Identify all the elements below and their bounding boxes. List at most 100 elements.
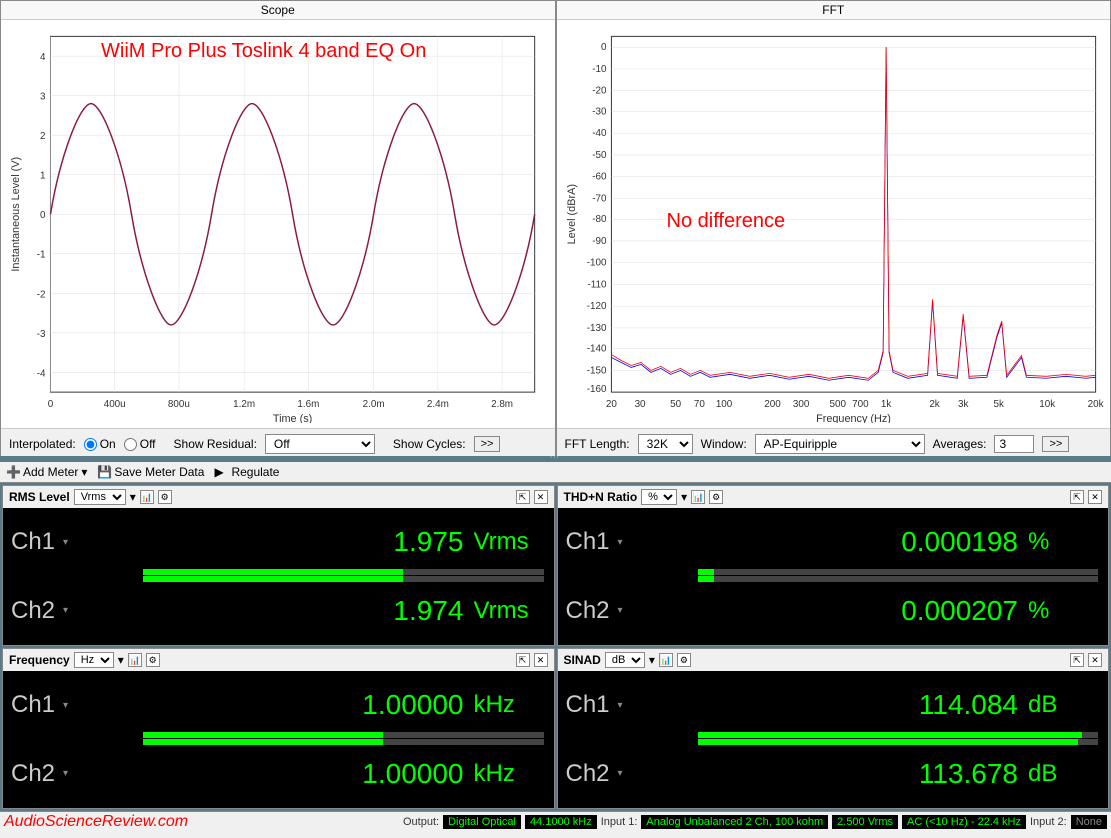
charts-row: Scope WiiM Pro Plus Toslink 4 band EQ On… [0, 0, 1111, 456]
meters-toolbar: ➕Add Meter ▾ 💾Save Meter Data ▶Regulate [0, 462, 1111, 483]
sinad-ch2-row: Ch2 ▾ 113.678 dB [558, 740, 1109, 809]
rms-unit-select[interactable]: Vrms [74, 489, 126, 505]
add-meter-button[interactable]: ➕Add Meter ▾ [6, 465, 87, 479]
averages-input[interactable] [994, 435, 1034, 453]
input2-value: None [1071, 815, 1107, 829]
sinad-header: SINAD dB ▾ 📊 ⚙ ⇱ ✕ [558, 649, 1109, 671]
freq-ch2-row: Ch2 ▾ 1.00000 kHz [3, 740, 554, 809]
show-residual-select[interactable]: Off [265, 434, 375, 454]
scope-more-button[interactable]: >> [474, 436, 501, 452]
svg-text:1: 1 [40, 171, 46, 182]
thdn-unit-select[interactable]: % [641, 489, 677, 505]
gear-icon[interactable]: ⚙ [146, 653, 160, 667]
fft-more-button[interactable]: >> [1042, 436, 1069, 452]
expand-icon[interactable]: ⇱ [516, 653, 530, 667]
output-rate: 44.1000 kHz [525, 815, 597, 829]
svg-text:200: 200 [764, 399, 781, 410]
caret-icon[interactable]: ▾ [63, 605, 78, 616]
gear-icon[interactable]: ⚙ [158, 490, 172, 504]
dropdown-caret-icon: ▾ [81, 465, 87, 479]
caret-down-icon[interactable]: ▾ [118, 653, 124, 667]
sinad-ch2-label: Ch2 [558, 760, 618, 788]
close-icon[interactable]: ✕ [1088, 653, 1102, 667]
interpolated-label: Interpolated: [9, 437, 76, 451]
splitter-horizontal[interactable] [0, 456, 1111, 462]
svg-text:-140: -140 [586, 344, 606, 355]
expand-icon[interactable]: ⇱ [516, 490, 530, 504]
graph-icon[interactable]: 📊 [691, 490, 705, 504]
sinad-ch1-row: Ch1 ▾ 114.084 dB [558, 671, 1109, 740]
graph-icon[interactable]: 📊 [128, 653, 142, 667]
freq-unit-select[interactable]: Hz [74, 652, 114, 668]
freq-ch1-value: 1.00000 [78, 689, 474, 721]
thdn-title: THD+N Ratio [564, 490, 638, 504]
fft-chart-area[interactable]: No difference 0-10-20-30-40-50-60-70-80-… [557, 20, 1111, 428]
svg-text:-90: -90 [592, 236, 607, 247]
rms-level-panel: RMS Level Vrms ▾ 📊 ⚙ ⇱ ✕ Ch1 ▾ 1.975 Vrm… [2, 485, 555, 646]
caret-icon[interactable]: ▾ [618, 605, 633, 616]
input1-type: Analog Unbalanced 2 Ch, 100 kohm [641, 815, 828, 829]
svg-text:-150: -150 [586, 365, 606, 376]
caret-down-icon[interactable]: ▾ [681, 490, 687, 504]
svg-text:-40: -40 [592, 128, 607, 139]
caret-icon[interactable]: ▾ [63, 768, 78, 779]
svg-text:10k: 10k [1039, 399, 1055, 410]
svg-text:2.4m: 2.4m [427, 399, 449, 410]
sinad-panel: SINAD dB ▾ 📊 ⚙ ⇱ ✕ Ch1 ▾ 114.084 dB Ch2 … [557, 648, 1110, 809]
svg-text:Level (dBrA): Level (dBrA) [565, 184, 577, 244]
svg-text:-120: -120 [586, 301, 606, 312]
freq-ch1-unit: kHz [474, 691, 554, 719]
rms-ch1-value: 1.975 [78, 526, 474, 558]
svg-text:4: 4 [40, 52, 46, 63]
sinad-ch1-label: Ch1 [558, 691, 618, 719]
gear-icon[interactable]: ⚙ [709, 490, 723, 504]
expand-icon[interactable]: ⇱ [1070, 490, 1084, 504]
regulate-button[interactable]: ▶Regulate [214, 465, 279, 479]
freq-title: Frequency [9, 653, 70, 667]
svg-text:-10: -10 [592, 64, 607, 75]
scope-chart-area[interactable]: WiiM Pro Plus Toslink 4 band EQ On 4 3 2… [1, 20, 555, 428]
graph-icon[interactable]: 📊 [659, 653, 673, 667]
fft-length-label: FFT Length: [565, 437, 630, 451]
sinad-ch2-unit: dB [1028, 760, 1108, 788]
caret-icon[interactable]: ▾ [618, 700, 633, 711]
caret-icon[interactable]: ▾ [63, 700, 78, 711]
caret-icon[interactable]: ▾ [63, 537, 78, 548]
scope-annotation: WiiM Pro Plus Toslink 4 band EQ On [101, 40, 426, 63]
expand-icon[interactable]: ⇱ [1070, 653, 1084, 667]
meters-grid: RMS Level Vrms ▾ 📊 ⚙ ⇱ ✕ Ch1 ▾ 1.975 Vrm… [0, 483, 1111, 811]
svg-text:2.0m: 2.0m [363, 399, 385, 410]
window-label: Window: [701, 437, 747, 451]
save-meter-data-button[interactable]: 💾Save Meter Data [97, 465, 204, 479]
fft-length-select[interactable]: 32K [638, 434, 693, 454]
frequency-panel: Frequency Hz ▾ 📊 ⚙ ⇱ ✕ Ch1 ▾ 1.00000 kHz… [2, 648, 555, 809]
thdn-bar1 [698, 569, 714, 575]
svg-text:5k: 5k [993, 399, 1003, 410]
caret-icon[interactable]: ▾ [618, 537, 633, 548]
gear-icon[interactable]: ⚙ [677, 653, 691, 667]
caret-down-icon[interactable]: ▾ [130, 490, 136, 504]
caret-down-icon[interactable]: ▾ [649, 653, 655, 667]
rms-ch1-unit: Vrms [474, 528, 554, 556]
graph-icon[interactable]: 📊 [140, 490, 154, 504]
fft-annotation: No difference [667, 210, 786, 233]
window-select[interactable]: AP-Equiripple [755, 434, 925, 454]
sinad-title: SINAD [564, 653, 601, 667]
close-icon[interactable]: ✕ [1088, 490, 1102, 504]
caret-icon[interactable]: ▾ [618, 768, 633, 779]
svg-text:-160: -160 [586, 384, 606, 395]
freq-body: Ch1 ▾ 1.00000 kHz Ch2 ▾ 1.00000 kHz [3, 671, 554, 808]
svg-text:300: 300 [792, 399, 809, 410]
fft-controls: FFT Length: 32K Window: AP-Equiripple Av… [557, 428, 1111, 459]
close-icon[interactable]: ✕ [534, 490, 548, 504]
thdn-ch1-unit: % [1028, 528, 1108, 556]
freq-header: Frequency Hz ▾ 📊 ⚙ ⇱ ✕ [3, 649, 554, 671]
scope-controls: Interpolated: On Off Show Residual: Off … [1, 428, 555, 459]
interpolated-on-radio[interactable]: On [84, 437, 116, 451]
freq-ch1-label: Ch1 [3, 691, 63, 719]
interpolated-off-radio[interactable]: Off [124, 437, 156, 451]
sinad-unit-select[interactable]: dB [605, 652, 645, 668]
thdn-ch2-row: Ch2 ▾ 0.000207 % [558, 577, 1109, 646]
sinad-ch1-value: 114.084 [633, 689, 1029, 721]
close-icon[interactable]: ✕ [534, 653, 548, 667]
